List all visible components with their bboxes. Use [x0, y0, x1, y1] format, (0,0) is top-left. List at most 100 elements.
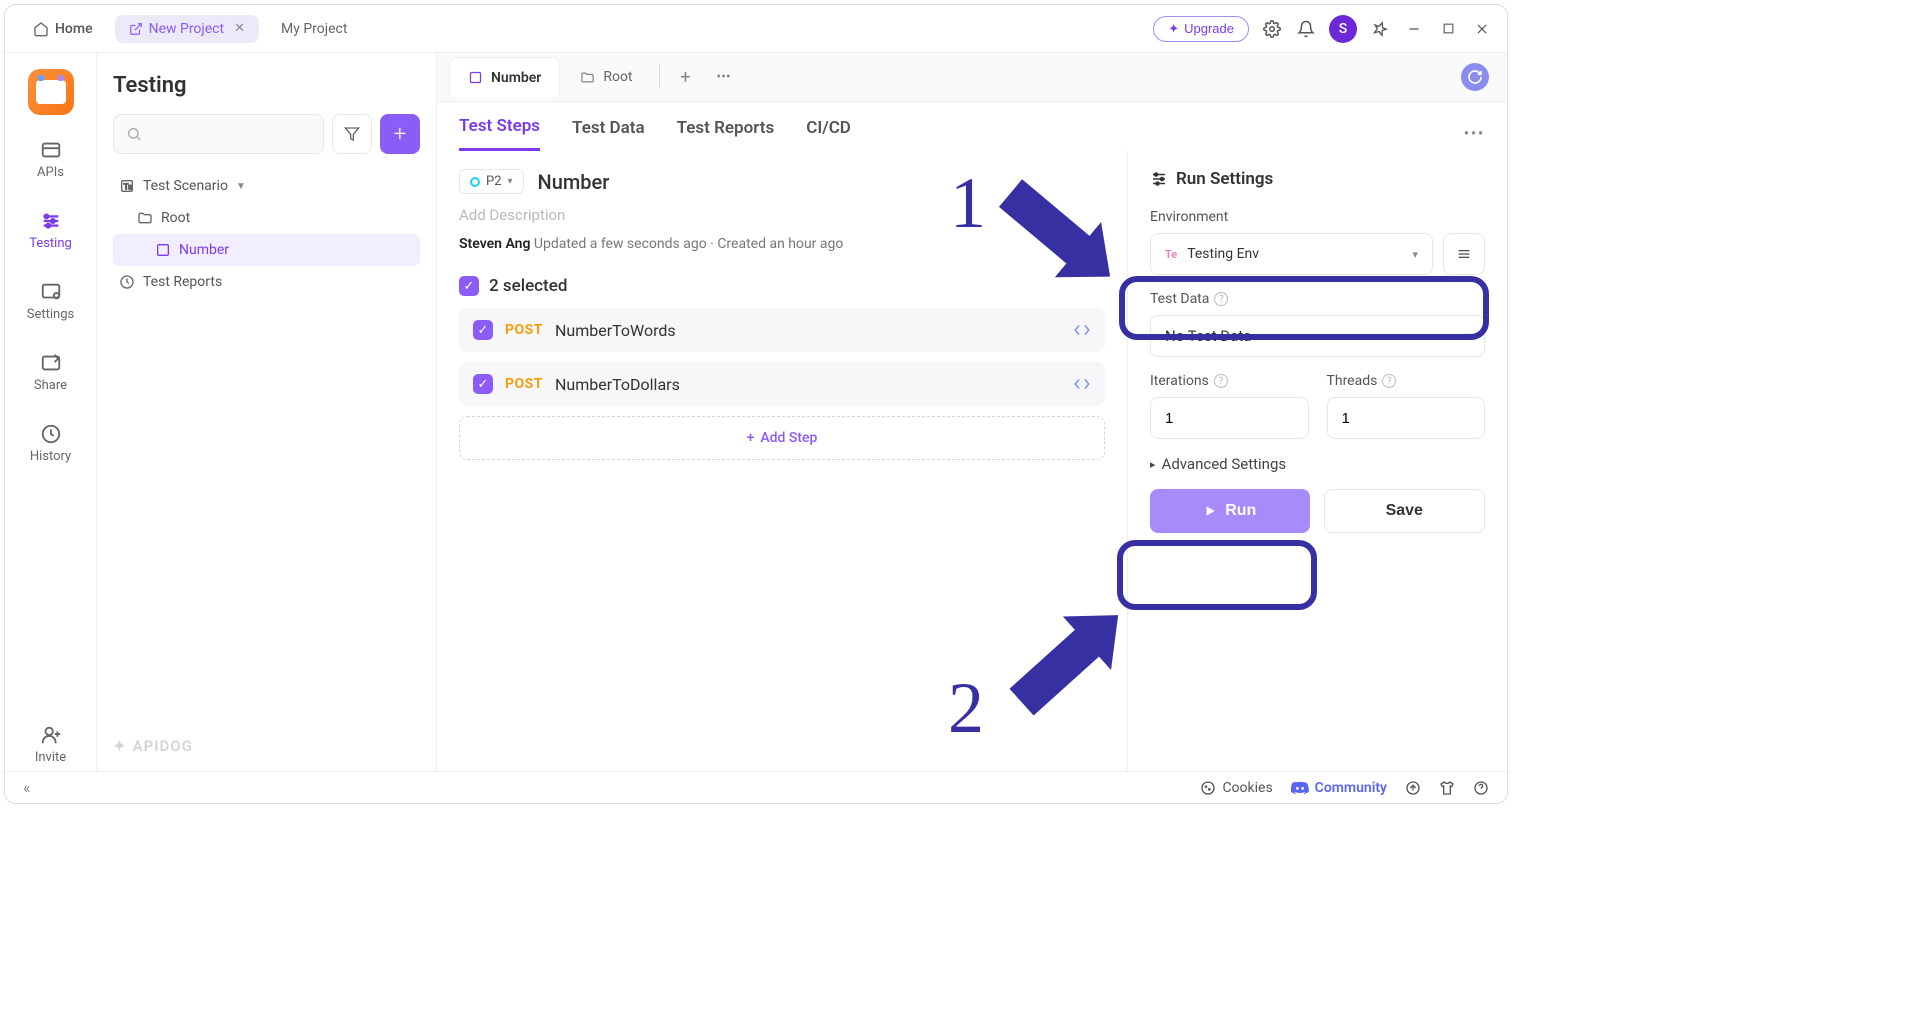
add-tab-button[interactable]: +: [668, 67, 704, 88]
nav-testing[interactable]: Testing: [16, 204, 86, 257]
tab-cicd[interactable]: CI/CD: [806, 118, 851, 150]
doc-tab-label: Root: [603, 69, 632, 85]
link-icon[interactable]: [1073, 375, 1091, 393]
tree-root[interactable]: Root: [113, 202, 420, 234]
step-row[interactable]: ✓ POST NumberToWords: [459, 308, 1105, 352]
tab-test-reports[interactable]: Test Reports: [677, 118, 775, 150]
step-row[interactable]: ✓ POST NumberToDollars: [459, 362, 1105, 406]
tab-test-steps[interactable]: Test Steps: [459, 116, 540, 151]
tree-number[interactable]: Number: [113, 234, 420, 266]
project-tab-new[interactable]: New Project ✕: [115, 15, 259, 43]
advanced-settings-toggle[interactable]: ▸ Advanced Settings: [1150, 455, 1485, 473]
priority-select[interactable]: P2 ▾: [459, 169, 524, 194]
cookie-icon: [1200, 780, 1216, 796]
checkbox-icon[interactable]: ✓: [473, 320, 493, 340]
shirt-button[interactable]: [1439, 780, 1455, 796]
community-button[interactable]: Community: [1291, 779, 1387, 797]
clock-icon: [119, 274, 135, 290]
page-title[interactable]: Number: [538, 170, 610, 194]
threads-input[interactable]: [1327, 397, 1486, 439]
bell-icon[interactable]: [1295, 18, 1317, 40]
more-button[interactable]: •••: [1464, 126, 1485, 142]
topbar: Home New Project ✕ My Project ✦ Upgrade: [5, 5, 1507, 53]
avatar[interactable]: S: [1329, 15, 1357, 43]
filter-button[interactable]: [332, 114, 372, 154]
ts-icon: [155, 242, 171, 258]
selected-label: 2 selected: [489, 276, 567, 296]
doc-tab-label: Number: [491, 70, 541, 86]
pin-icon[interactable]: [1369, 18, 1391, 40]
home-tab[interactable]: Home: [19, 15, 107, 43]
collapse-button[interactable]: «: [23, 778, 31, 797]
home-icon: [33, 21, 49, 37]
doc-tab-number[interactable]: Number: [449, 57, 560, 97]
env-menu-button[interactable]: [1443, 233, 1485, 275]
upload-button[interactable]: [1405, 780, 1421, 796]
cookies-button[interactable]: Cookies: [1200, 780, 1272, 796]
nav-history[interactable]: History: [16, 417, 86, 470]
folder-icon: [580, 70, 595, 85]
selection-row[interactable]: ✓ 2 selected: [459, 276, 1105, 296]
upgrade-button[interactable]: ✦ Upgrade: [1153, 16, 1249, 42]
nav-rail: APIs Testing Settings Share: [5, 53, 97, 771]
tree-scenario[interactable]: Ts Test Scenario ▼: [113, 170, 420, 202]
tree: Ts Test Scenario ▼ Root Number: [113, 170, 420, 298]
nav-share[interactable]: Share: [16, 346, 86, 399]
nav-invite[interactable]: Invite: [16, 718, 86, 771]
environment-label: Environment: [1150, 209, 1485, 225]
left-panel: Testing + Ts Test Scenario: [97, 53, 437, 771]
upgrade-label: Upgrade: [1184, 21, 1234, 36]
tree-label: Number: [179, 242, 229, 258]
run-button[interactable]: Run: [1150, 489, 1310, 533]
advanced-label: Advanced Settings: [1162, 455, 1287, 473]
nav-label: Invite: [35, 750, 66, 765]
settings-icon[interactable]: [1261, 18, 1283, 40]
help-icon[interactable]: ?: [1214, 292, 1228, 306]
plus-icon: +: [747, 430, 755, 446]
search-input[interactable]: [113, 114, 324, 154]
doc-tab-root[interactable]: Root: [562, 57, 650, 97]
search-icon: [126, 126, 142, 142]
environment-select[interactable]: Te Testing Env ▾: [1150, 233, 1433, 275]
nav-settings[interactable]: Settings: [16, 275, 86, 328]
testdata-select[interactable]: No Test Data ▾: [1150, 315, 1485, 357]
help-icon[interactable]: ?: [1214, 374, 1228, 388]
add-step-button[interactable]: + Add Step: [459, 416, 1105, 460]
close-icon[interactable]: ✕: [234, 21, 245, 36]
close-window-icon[interactable]: [1471, 18, 1493, 40]
nav-label: Testing: [29, 236, 72, 251]
tree-label: Test Reports: [143, 274, 222, 290]
annotation-number-1: 1: [950, 162, 986, 245]
avatar-initial: S: [1339, 21, 1347, 37]
tree-reports[interactable]: Test Reports: [113, 266, 420, 298]
tab-menu-button[interactable]: •••: [706, 69, 742, 85]
save-button[interactable]: Save: [1324, 489, 1486, 533]
link-icon[interactable]: [1073, 321, 1091, 339]
iterations-label: Iterations ?: [1150, 373, 1309, 389]
brand-label: APIDOG: [133, 737, 193, 755]
chevron-down-icon: ▼: [236, 181, 246, 192]
run-settings-label: Run Settings: [1176, 169, 1273, 189]
maximize-icon[interactable]: [1437, 18, 1459, 40]
checkbox-icon[interactable]: ✓: [473, 374, 493, 394]
meta-line: Steven Ang Updated a few seconds ago · C…: [459, 236, 1105, 252]
sync-icon[interactable]: [1461, 63, 1489, 91]
project-tab-my[interactable]: My Project: [267, 15, 361, 43]
help-button[interactable]: [1473, 780, 1489, 796]
tab-test-data[interactable]: Test Data: [572, 118, 645, 150]
chevron-down-icon: ▾: [508, 176, 513, 187]
nav-apis[interactable]: APIs: [16, 133, 86, 186]
add-button[interactable]: +: [380, 114, 420, 154]
priority-label: P2: [486, 174, 502, 189]
step-name: NumberToDollars: [555, 375, 680, 394]
author-name: Steven Ang: [459, 236, 530, 252]
invite-icon: [40, 724, 62, 746]
minimize-icon[interactable]: [1403, 18, 1425, 40]
iterations-input[interactable]: [1150, 397, 1309, 439]
community-label: Community: [1315, 780, 1387, 796]
checkbox-icon[interactable]: ✓: [459, 276, 479, 296]
svg-text:Ts: Ts: [124, 182, 132, 191]
threads-label: Threads ?: [1327, 373, 1486, 389]
testdata-label: Test Data ?: [1150, 291, 1485, 307]
help-icon[interactable]: ?: [1382, 374, 1396, 388]
